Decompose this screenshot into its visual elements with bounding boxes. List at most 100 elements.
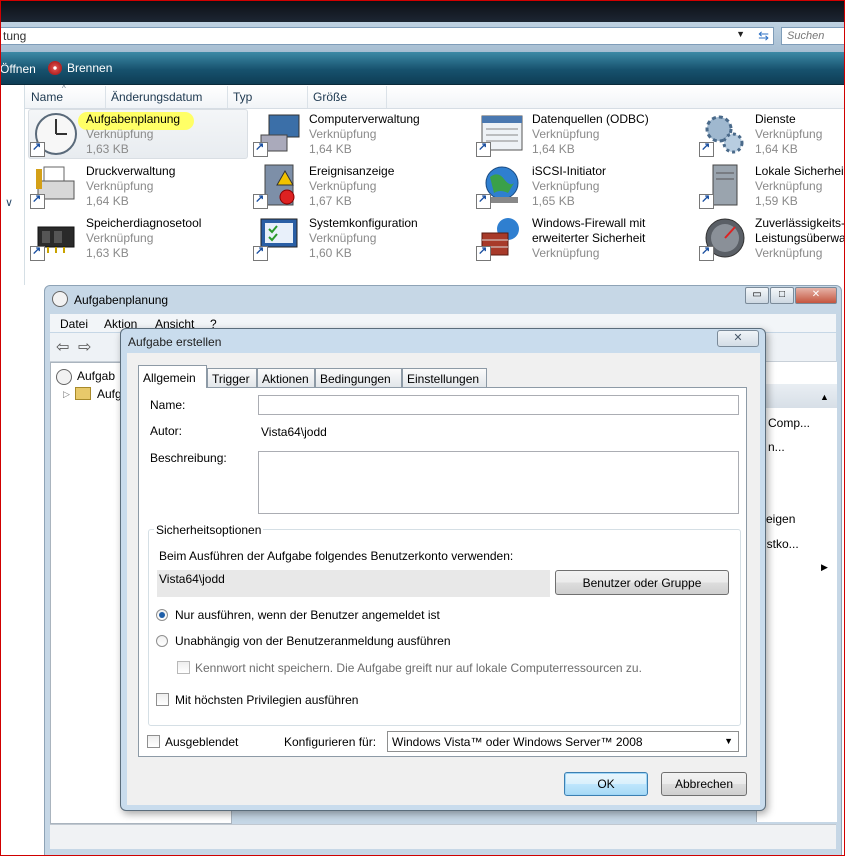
minimize-button[interactable]: ▭ <box>745 287 769 304</box>
item-name: iSCSI-Initiator <box>532 164 607 178</box>
list-item[interactable]: Windows-Firewall mit erweiterter Sicherh… <box>474 213 694 263</box>
list-item[interactable]: Speicherdiagnosetool Verknüpfung 1,63 KB <box>28 213 248 263</box>
shortcut-arrow-icon <box>30 244 45 261</box>
search-input[interactable]: Suchen <box>781 27 845 45</box>
item-type: Verknüpfung <box>86 231 154 245</box>
list-item[interactable]: Datenquellen (ODBC) Verknüpfung 1,64 KB <box>474 109 694 159</box>
checkbox-hidden[interactable] <box>147 735 160 748</box>
item-type: Verknüpfung <box>755 179 823 193</box>
configure-for-label: Konfigurieren für: <box>284 735 377 749</box>
dialog-close-button[interactable]: ✕ <box>717 330 759 347</box>
tab-trigger[interactable]: Trigger <box>207 368 257 387</box>
shortcut-arrow-icon <box>253 140 268 157</box>
item-size: 1,64 KB <box>86 194 129 208</box>
item-type: Verknüpfung <box>532 127 600 141</box>
column-header-date[interactable]: Änderungsdatum <box>111 90 202 104</box>
radio-run-logged-on[interactable] <box>156 609 168 621</box>
action-item[interactable]: Comp... <box>768 416 810 430</box>
item-type: Verknüpfung <box>755 246 823 260</box>
tab-bedingungen[interactable]: Bedingungen <box>315 368 402 387</box>
column-divider[interactable] <box>227 86 228 108</box>
item-name: Computerverwaltung <box>309 112 420 126</box>
item-type: Verknüpfung <box>86 179 154 193</box>
shortcut-arrow-icon <box>253 244 268 261</box>
item-name: Windows-Firewall mit <box>532 216 646 230</box>
name-label: Name: <box>150 398 186 412</box>
item-size: 1,63 KB <box>86 142 129 156</box>
list-item[interactable]: Aufgabenplanung Verknüpfung 1,63 KB <box>28 109 248 159</box>
highest-privileges-label[interactable]: Mit höchsten Privilegien ausführen <box>175 693 358 707</box>
column-divider[interactable] <box>307 86 308 108</box>
tab-aktionen[interactable]: Aktionen <box>257 368 315 387</box>
configure-for-select[interactable]: Windows Vista™ oder Windows Server™ 2008… <box>387 731 739 752</box>
address-text: tung <box>3 29 27 43</box>
menu-item-datei[interactable]: Datei <box>60 317 88 331</box>
list-item[interactable]: Druckverwaltung Verknüpfung 1,64 KB <box>28 161 248 211</box>
item-type: Verknüpfung <box>309 127 377 141</box>
list-item[interactable]: Ereignisanzeige Verknüpfung 1,67 KB <box>251 161 471 211</box>
maximize-button[interactable]: □ <box>770 287 794 304</box>
open-button[interactable]: Öffnen <box>0 62 36 76</box>
navigation-pane[interactable] <box>0 85 25 285</box>
radio-run-independent-label[interactable]: Unabhängig von der Benutzeranmeldung aus… <box>175 634 451 648</box>
user-account-field: Vista64\jodd <box>157 570 550 597</box>
author-label: Autor: <box>150 424 183 438</box>
user-or-group-button[interactable]: Benutzer oder Gruppe <box>555 570 729 595</box>
chevron-down-icon[interactable]: ▼ <box>736 29 745 39</box>
radio-run-independent[interactable] <box>156 635 168 647</box>
checkbox-no-store-password[interactable] <box>177 661 190 674</box>
cancel-button[interactable]: Abbrechen <box>661 772 747 796</box>
burn-label: Brennen <box>67 61 113 75</box>
close-button[interactable]: ✕ <box>795 287 837 304</box>
list-item[interactable]: Computerverwaltung Verknüpfung 1,64 KB <box>251 109 471 159</box>
tree-item-library[interactable]: Aufg <box>97 387 122 401</box>
shortcut-arrow-icon <box>476 140 491 157</box>
security-options-title: Sicherheitsoptionen <box>154 523 264 537</box>
forward-arrow-icon[interactable]: ⇨ <box>78 337 91 357</box>
back-arrow-icon[interactable]: ⇦ <box>56 337 69 357</box>
item-type: Verknüpfung <box>86 127 154 141</box>
description-input[interactable] <box>258 451 739 514</box>
list-item[interactable]: Dienste Verknüpfung 1,64 KB <box>697 109 845 159</box>
expand-arrow-icon[interactable]: ▷ <box>63 389 70 400</box>
tree-item-root[interactable]: Aufgab <box>77 369 115 383</box>
column-header-type[interactable]: Typ <box>233 90 252 104</box>
list-item[interactable]: Lokale Sicherheit Verknüpfung 1,59 KB <box>697 161 845 211</box>
shortcut-arrow-icon <box>30 140 45 157</box>
item-size: 1,64 KB <box>309 142 352 156</box>
name-input[interactable] <box>258 395 739 415</box>
shortcut-arrow-icon <box>699 192 714 209</box>
item-size: 1,65 KB <box>532 194 575 208</box>
hidden-label[interactable]: Ausgeblendet <box>165 735 238 749</box>
list-item[interactable]: iSCSI-Initiator Verknüpfung 1,65 KB <box>474 161 694 211</box>
tab-einstellungen[interactable]: Einstellungen <box>402 368 487 387</box>
search-placeholder: Suchen <box>787 30 825 42</box>
submenu-arrow-icon[interactable]: ▶ <box>821 562 828 573</box>
list-item[interactable]: Zuverlässigkeits- Leistungsüberwa Verknü… <box>697 213 845 263</box>
command-bar <box>0 52 845 85</box>
column-header-name[interactable]: Name <box>31 90 63 104</box>
burn-button[interactable]: Brennen <box>48 61 112 75</box>
author-value: Vista64\jodd <box>261 425 327 439</box>
item-size: 1,59 KB <box>755 194 798 208</box>
ok-button[interactable]: OK <box>564 772 648 796</box>
chevron-down-icon[interactable]: ∨ <box>5 196 13 209</box>
list-item[interactable]: Systemkonfiguration Verknüpfung 1,60 KB <box>251 213 471 263</box>
column-header-size[interactable]: Größe <box>313 90 347 104</box>
column-divider[interactable] <box>105 86 106 108</box>
item-type: Verknüpfung <box>309 179 377 193</box>
radio-run-logged-on-label[interactable]: Nur ausführen, wenn der Benutzer angemel… <box>175 608 440 622</box>
tab-allgemein[interactable]: Allgemein <box>138 365 207 388</box>
refresh-icon[interactable]: ⇆ <box>758 28 769 44</box>
chevron-down-icon[interactable]: ▼ <box>724 736 733 746</box>
address-bar[interactable]: tung ▼ ⇆ <box>0 27 774 45</box>
collapse-arrow-icon[interactable]: ▲ <box>820 392 829 402</box>
status-bar <box>50 824 836 849</box>
action-item[interactable]: n... <box>768 440 785 454</box>
disc-icon <box>48 61 62 75</box>
column-divider[interactable] <box>386 86 387 108</box>
checkbox-highest-privileges[interactable] <box>156 693 169 706</box>
item-name: Aufgabenplanung <box>86 112 181 126</box>
item-name: Speicherdiagnosetool <box>86 216 202 230</box>
column-header-row: Name ^ Änderungsdatum Typ Größe <box>25 84 845 109</box>
